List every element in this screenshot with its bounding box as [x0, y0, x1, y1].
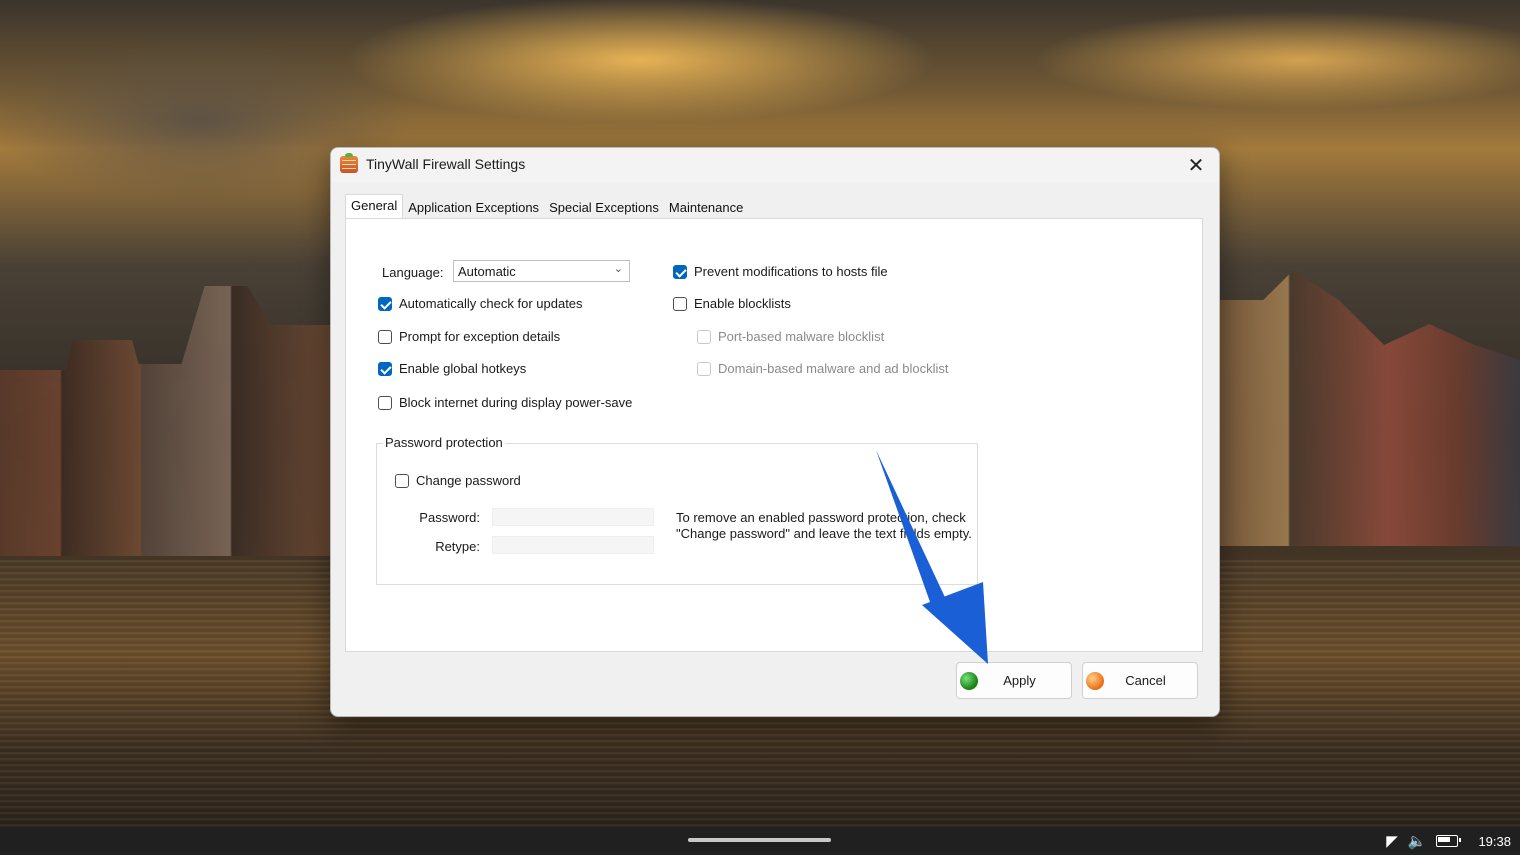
- wallpaper-houses-right: [1218, 270, 1520, 546]
- green-dot-icon: [960, 671, 978, 690]
- password-help-line-2: "Change password" and leave the text fie…: [676, 526, 972, 541]
- prompt-exception-checkbox[interactable]: Prompt for exception details: [378, 329, 560, 344]
- prevent-hosts-label: Prevent modifications to hosts file: [694, 264, 888, 279]
- password-group-title: Password protection: [383, 435, 505, 450]
- prevent-hosts-checkbox[interactable]: Prevent modifications to hosts file: [673, 264, 888, 279]
- system-tray: ◤ 🔈 19:38: [1386, 827, 1520, 855]
- tab-maintenance[interactable]: Maintenance: [664, 196, 748, 218]
- apply-button[interactable]: Apply: [956, 662, 1072, 699]
- clock[interactable]: 19:38: [1478, 834, 1511, 849]
- checkbox-unchecked-icon: [697, 329, 711, 344]
- title-bar[interactable]: TinyWall Firewall Settings ✕: [331, 148, 1219, 182]
- orange-dot-icon: [1086, 671, 1104, 690]
- block-powersave-checkbox[interactable]: Block internet during display power-save: [378, 395, 632, 410]
- password-field[interactable]: [492, 508, 654, 526]
- auto-update-label: Automatically check for updates: [399, 296, 583, 311]
- settings-dialog: TinyWall Firewall Settings ✕ General App…: [330, 147, 1220, 717]
- global-hotkeys-checkbox[interactable]: Enable global hotkeys: [378, 361, 526, 376]
- taskbar: ◤ 🔈 19:38: [0, 827, 1520, 855]
- retype-label: Retype:: [435, 539, 480, 554]
- domain-blocklist-label: Domain-based malware and ad blocklist: [718, 361, 949, 376]
- language-select-value: Automatic: [458, 264, 516, 279]
- enable-blocklists-checkbox[interactable]: Enable blocklists: [673, 296, 791, 311]
- tab-strip: General Application Exceptions Special E…: [345, 194, 748, 218]
- password-label: Password:: [419, 510, 480, 525]
- home-bar[interactable]: [688, 838, 831, 842]
- wifi-icon[interactable]: ◤: [1386, 832, 1398, 850]
- retype-field[interactable]: [492, 536, 654, 554]
- cancel-button[interactable]: Cancel: [1082, 662, 1198, 699]
- checkbox-unchecked-icon: [697, 361, 711, 376]
- block-powersave-label: Block internet during display power-save: [399, 395, 633, 410]
- enable-blocklists-label: Enable blocklists: [694, 296, 791, 311]
- change-password-label: Change password: [416, 473, 521, 488]
- chevron-down-icon: ⌄: [613, 263, 623, 275]
- apply-button-label: Apply: [1003, 673, 1036, 688]
- checkbox-unchecked-icon: [395, 473, 409, 488]
- domain-blocklist-checkbox: Domain-based malware and ad blocklist: [697, 361, 949, 376]
- close-icon: ✕: [1187, 154, 1205, 177]
- checkbox-unchecked-icon: [378, 329, 392, 344]
- language-select[interactable]: Automatic ⌄: [453, 260, 630, 282]
- tinywall-app-icon: [340, 153, 358, 173]
- cancel-button-label: Cancel: [1125, 673, 1166, 688]
- password-help-line-1: To remove an enabled password protection…: [676, 510, 966, 525]
- battery-icon[interactable]: [1436, 835, 1462, 847]
- port-blocklist-label: Port-based malware blocklist: [718, 329, 885, 344]
- change-password-checkbox[interactable]: Change password: [395, 473, 521, 488]
- tab-special-exceptions[interactable]: Special Exceptions: [544, 196, 664, 218]
- general-tab-panel: Language: Automatic ⌄ Automatically chec…: [345, 218, 1203, 652]
- checkbox-unchecked-icon: [378, 395, 392, 410]
- checkbox-checked-icon: [378, 361, 392, 376]
- global-hotkeys-label: Enable global hotkeys: [399, 361, 527, 376]
- tab-general[interactable]: General: [345, 194, 404, 218]
- password-help-note: To remove an enabled password protection…: [676, 510, 976, 542]
- checkbox-checked-icon: [673, 264, 687, 279]
- checkbox-checked-icon: [378, 296, 392, 311]
- checkbox-unchecked-icon: [673, 296, 687, 311]
- password-protection-group: Password protection Change password Pass…: [376, 435, 978, 585]
- port-blocklist-checkbox: Port-based malware blocklist: [697, 329, 884, 344]
- wallpaper-houses-left: [0, 286, 330, 556]
- window-title: TinyWall Firewall Settings: [366, 156, 526, 172]
- prompt-exception-label: Prompt for exception details: [399, 329, 561, 344]
- tab-application-exceptions[interactable]: Application Exceptions: [403, 196, 544, 218]
- volume-icon[interactable]: 🔈: [1408, 832, 1427, 850]
- close-button[interactable]: ✕: [1173, 148, 1219, 182]
- language-label: Language:: [382, 265, 444, 280]
- auto-update-checkbox[interactable]: Automatically check for updates: [378, 296, 583, 311]
